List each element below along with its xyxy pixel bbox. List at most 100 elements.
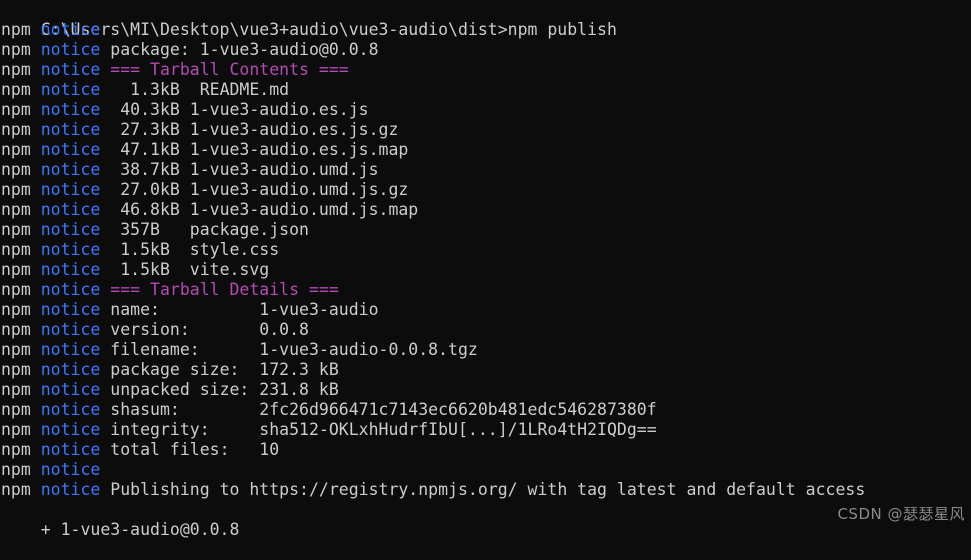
npm-prefix: npm (1, 300, 41, 319)
notice-body: 40.3kB 1-vue3-audio.es.js (100, 100, 369, 119)
npm-prefix: npm (1, 100, 41, 119)
notice-body: filename: 1-vue3-audio-0.0.8.tgz (100, 340, 478, 359)
notice-body: package: 1-vue3-audio@0.0.8 (100, 40, 379, 59)
terminal-output: npm notice npm notice package: 1-vue3-aud… (0, 20, 971, 500)
notice-body: 1.3kB README.md (100, 80, 290, 99)
terminal-line: npm notice (0, 460, 971, 480)
notice-body: package size: 172.3 kB (100, 360, 339, 379)
terminal-line: npm notice === Tarball Contents === (0, 60, 971, 80)
notice-body: total files: 10 (100, 440, 280, 459)
prompt-path: C:\Users\MI\Desktop\vue3+audio\vue3-audi… (40, 20, 508, 39)
npm-prefix: npm (1, 320, 41, 339)
terminal-line: npm notice Publishing to https://registr… (0, 480, 971, 500)
npm-prefix: npm (1, 240, 41, 259)
notice-tag: notice (40, 220, 101, 239)
notice-tag: notice (40, 260, 101, 279)
terminal-line: npm notice 40.3kB 1-vue3-audio.es.js (0, 100, 971, 120)
notice-body: 27.3kB 1-vue3-audio.es.js.gz (100, 120, 399, 139)
notice-body: 27.0kB 1-vue3-audio.umd.js.gz (100, 180, 409, 199)
notice-body: 1.5kB style.css (100, 240, 280, 259)
terminal-line: npm notice 27.3kB 1-vue3-audio.es.js.gz (0, 120, 971, 140)
npm-prefix: npm (1, 80, 41, 99)
npm-prefix: npm (1, 140, 41, 159)
npm-prefix: npm (1, 440, 41, 459)
terminal-line: npm notice filename: 1-vue3-audio-0.0.8.… (0, 340, 971, 360)
notice-tag: notice (40, 240, 101, 259)
notice-body: 38.7kB 1-vue3-audio.umd.js (100, 160, 379, 179)
notice-body: 1.5kB vite.svg (100, 260, 270, 279)
notice-tag: notice (40, 340, 101, 359)
terminal-line: npm notice 1.3kB README.md (0, 80, 971, 100)
notice-body: integrity: sha512-OKLxhHudrfIbU[...]/1LR… (100, 420, 657, 439)
notice-tag: notice (40, 20, 101, 39)
terminal-line: npm notice integrity: sha512-OKLxhHudrfI… (0, 420, 971, 440)
npm-prefix: npm (1, 400, 41, 419)
notice-tag: notice (40, 160, 101, 179)
npm-prefix: npm (1, 220, 41, 239)
npm-prefix: npm (1, 460, 41, 479)
terminal-line: npm notice unpacked size: 231.8 kB (0, 380, 971, 400)
terminal-line: npm notice total files: 10 (0, 440, 971, 460)
notice-tag: notice (40, 360, 101, 379)
terminal-line: npm notice 46.8kB 1-vue3-audio.umd.js.ma… (0, 200, 971, 220)
notice-tag: notice (40, 420, 101, 439)
publish-result-line: + 1-vue3-audio@0.0.8 (0, 500, 971, 539)
notice-body: === Tarball Details === (100, 280, 339, 299)
notice-tag: notice (40, 60, 101, 79)
notice-tag: notice (40, 140, 101, 159)
notice-tag: notice (40, 280, 101, 299)
command-text: npm publish (507, 20, 617, 39)
publish-result-text: + 1-vue3-audio@0.0.8 (40, 520, 240, 539)
notice-tag: notice (40, 300, 101, 319)
terminal-line: npm notice 38.7kB 1-vue3-audio.umd.js (0, 160, 971, 180)
terminal-line: npm notice package: 1-vue3-audio@0.0.8 (0, 40, 971, 60)
notice-body: 47.1kB 1-vue3-audio.es.js.map (100, 140, 409, 159)
notice-tag: notice (40, 440, 101, 459)
terminal-line: npm notice 27.0kB 1-vue3-audio.umd.js.gz (0, 180, 971, 200)
terminal-line: npm notice 47.1kB 1-vue3-audio.es.js.map (0, 140, 971, 160)
notice-body: name: 1-vue3-audio (100, 300, 379, 319)
npm-prefix: npm (1, 480, 41, 499)
notice-body: Publishing to https://registry.npmjs.org… (100, 480, 866, 499)
notice-body: unpacked size: 231.8 kB (100, 380, 339, 399)
prompt-line: C:\Users\MI\Desktop\vue3+audio\vue3-audi… (0, 0, 971, 39)
terminal-line: npm notice 1.5kB vite.svg (0, 260, 971, 280)
notice-body: 46.8kB 1-vue3-audio.umd.js.map (100, 200, 419, 219)
npm-prefix: npm (1, 360, 41, 379)
npm-prefix: npm (1, 120, 41, 139)
npm-prefix: npm (1, 260, 41, 279)
terminal-line: npm notice package size: 172.3 kB (0, 360, 971, 380)
notice-body: shasum: 2fc26d966471c7143ec6620b481edc54… (100, 400, 657, 419)
npm-prefix: npm (1, 380, 41, 399)
terminal-line: npm notice === Tarball Details === (0, 280, 971, 300)
terminal-line: npm notice 357B package.json (0, 220, 971, 240)
notice-tag: notice (40, 100, 101, 119)
notice-tag: notice (40, 400, 101, 419)
notice-tag: notice (40, 120, 101, 139)
terminal-window[interactable]: C:\Users\MI\Desktop\vue3+audio\vue3-audi… (0, 0, 971, 539)
notice-body: === Tarball Contents === (100, 60, 349, 79)
npm-prefix: npm (1, 20, 41, 39)
notice-tag: notice (40, 380, 101, 399)
terminal-line: npm notice name: 1-vue3-audio (0, 300, 971, 320)
notice-tag: notice (40, 480, 101, 499)
notice-tag: notice (40, 180, 101, 199)
npm-prefix: npm (1, 420, 41, 439)
npm-prefix: npm (1, 200, 41, 219)
notice-body: 357B package.json (100, 220, 309, 239)
notice-tag: notice (40, 320, 101, 339)
npm-prefix: npm (1, 40, 41, 59)
npm-prefix: npm (1, 180, 41, 199)
npm-prefix: npm (1, 340, 41, 359)
notice-tag: notice (40, 460, 101, 479)
terminal-line: npm notice 1.5kB style.css (0, 240, 971, 260)
notice-body: version: 0.0.8 (100, 320, 309, 339)
notice-tag: notice (40, 80, 101, 99)
terminal-line: npm notice shasum: 2fc26d966471c7143ec66… (0, 400, 971, 420)
npm-prefix: npm (1, 60, 41, 79)
csdn-watermark: CSDN @瑟瑟星风 (837, 505, 965, 523)
terminal-line: npm notice version: 0.0.8 (0, 320, 971, 340)
notice-tag: notice (40, 40, 101, 59)
npm-prefix: npm (1, 160, 41, 179)
npm-prefix: npm (1, 280, 41, 299)
